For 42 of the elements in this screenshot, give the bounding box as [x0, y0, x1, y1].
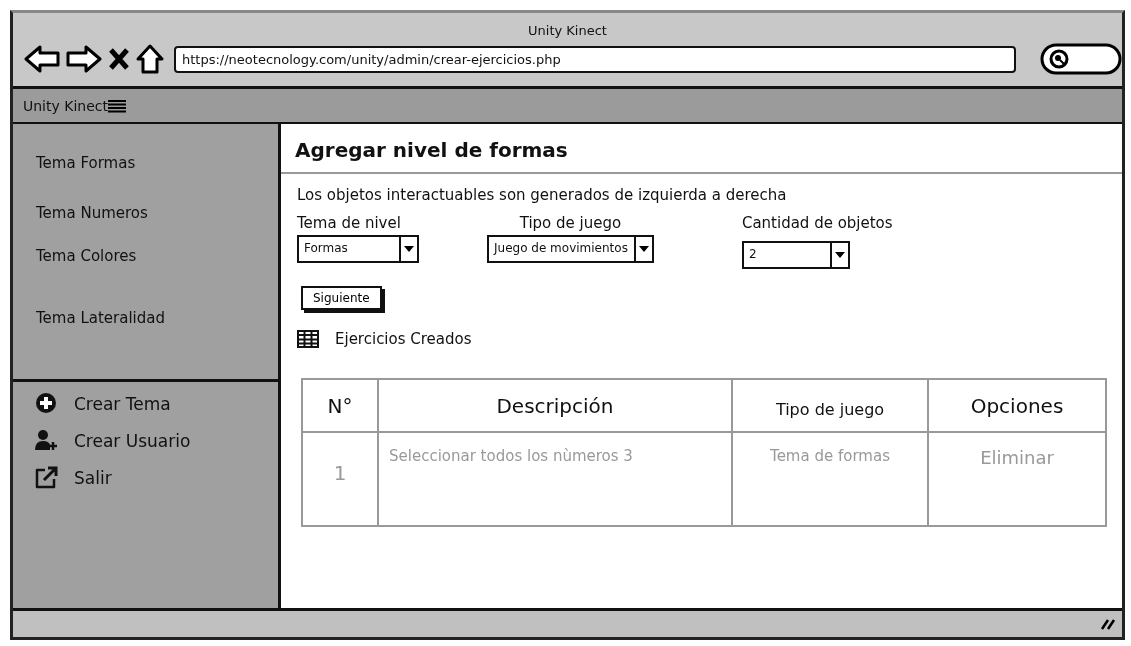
add-user-icon: [35, 429, 58, 452]
sidebar-link[interactable]: Crear Tema: [74, 393, 171, 414]
sidebar-item[interactable]: Tema Colores: [36, 247, 278, 265]
sidebar-item[interactable]: Tema Lateralidad: [36, 309, 278, 327]
table-cell: Seleccionar todos los nùmeros 3: [378, 432, 732, 526]
column-header: N°: [302, 379, 378, 432]
column-header: Opciones: [928, 379, 1106, 432]
section-title: Ejercicios Creados: [335, 330, 472, 348]
brand-label[interactable]: Unity Kinect: [23, 97, 108, 114]
window-title: Unity Kinect: [527, 22, 608, 40]
sidebar-link[interactable]: Salir: [74, 467, 112, 488]
description-text: Los objetos interactuables son generados de izquierda a derecha: [297, 186, 787, 204]
external-link-icon: [35, 466, 58, 489]
caret-icon: [638, 246, 649, 252]
back-icon[interactable]: [24, 44, 60, 74]
home-icon[interactable]: [136, 44, 164, 74]
caret-icon: [404, 246, 414, 252]
next-button[interactable]: Siguiente: [301, 286, 382, 310]
close-icon[interactable]: [108, 47, 130, 71]
menu-icon[interactable]: [108, 98, 126, 113]
table-cell: Eliminar: [928, 432, 1106, 526]
sidebar-item[interactable]: Tema Formas: [36, 154, 278, 172]
table-cell: 1: [302, 432, 378, 526]
table-cell: Tema de formas: [732, 432, 928, 526]
field-label: Cantidad de objetos: [741, 214, 893, 232]
field-label: Tema de nivel: [297, 214, 402, 232]
table-icon: [297, 330, 319, 348]
address-bar[interactable]: https://neotecnology.com/unity/admin/crear-ejercicios.php: [174, 45, 1016, 73]
dropdown[interactable]: 2: [741, 241, 850, 269]
dropdown[interactable]: Formas: [297, 235, 419, 263]
resize-grip-icon[interactable]: [1100, 618, 1116, 630]
field-label: Tipo de juego: [519, 214, 622, 232]
forward-icon[interactable]: [66, 44, 102, 74]
sidebar-item[interactable]: Tema Numeros: [36, 204, 278, 222]
caret-icon: [834, 252, 845, 258]
search-icon[interactable]: [1040, 43, 1122, 75]
column-header: Tipo de juego: [732, 379, 928, 432]
column-header: Descripción: [378, 379, 732, 432]
page-heading: Agregar nivel de formas: [281, 124, 1122, 174]
dropdown[interactable]: Juego de movimientos: [487, 235, 654, 263]
sidebar-link[interactable]: Crear Usuario: [74, 430, 191, 451]
plus-circle-icon: [35, 392, 58, 415]
